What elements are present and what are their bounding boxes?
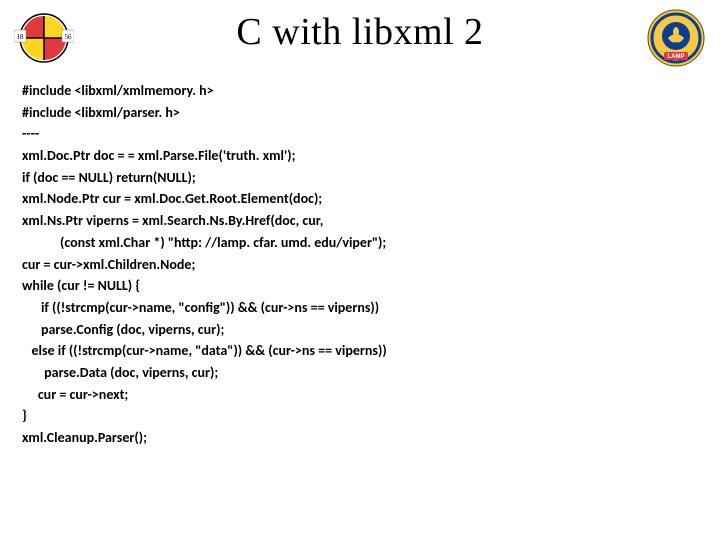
- code-block: #include <libxml/xmlmemory. h> #include …: [22, 80, 698, 449]
- slide: 18 56 LAMP C with libxml 2 #include <lib…: [0, 0, 720, 540]
- lamp-label: LAMP: [668, 54, 685, 60]
- slide-title: C with libxml 2: [0, 10, 720, 54]
